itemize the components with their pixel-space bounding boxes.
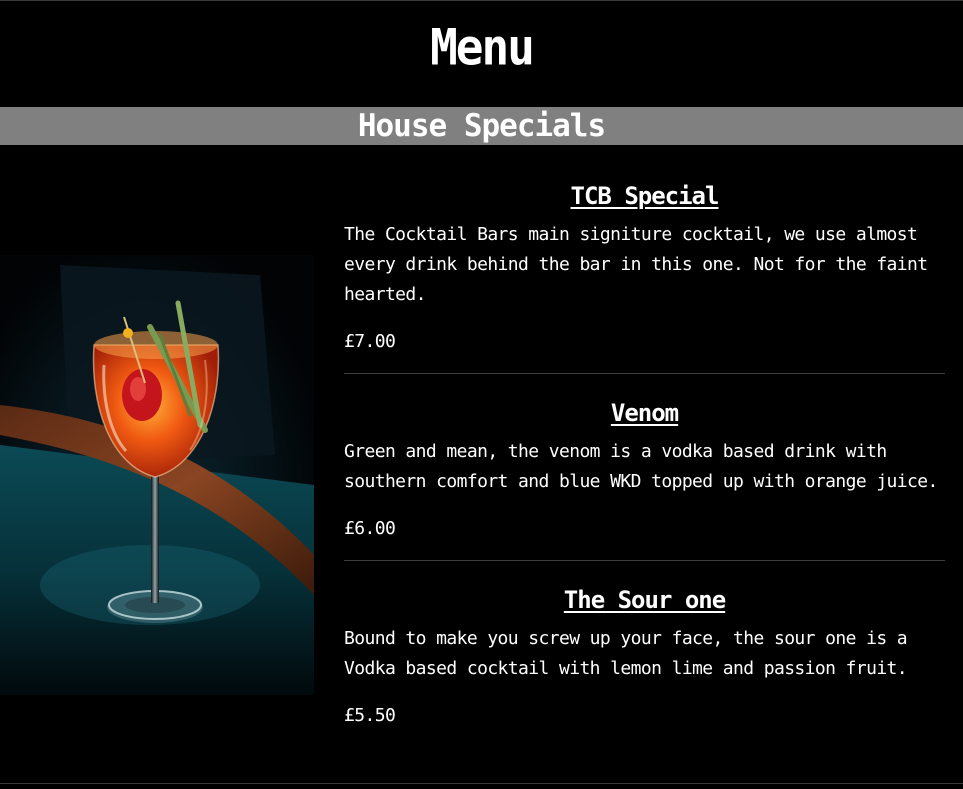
section-title: House Specials — [357, 108, 606, 144]
item-name: TCB Special — [570, 182, 720, 210]
item-description: Green and mean, the venom is a vodka bas… — [344, 441, 938, 492]
page-title: Menu — [430, 17, 535, 77]
item-description: The Cocktail Bars main signiture cocktai… — [344, 224, 928, 305]
top-rule — [0, 0, 963, 1]
item-divider — [344, 560, 945, 561]
item-description: Bound to make you screw up your face, th… — [344, 628, 908, 679]
bottom-rule — [0, 783, 963, 784]
section-band: House Specials — [0, 107, 963, 145]
item-divider — [344, 373, 945, 374]
item-price: £7.00 — [344, 331, 396, 352]
menu-page: Menu House Specials TCB Special The Cock… — [0, 0, 963, 789]
item-price: £5.50 — [344, 705, 396, 726]
item-name: The Sour one — [563, 586, 726, 614]
item-price: £6.00 — [344, 518, 396, 539]
cocktail-photo — [0, 255, 314, 695]
item-name: Venom — [610, 399, 679, 427]
